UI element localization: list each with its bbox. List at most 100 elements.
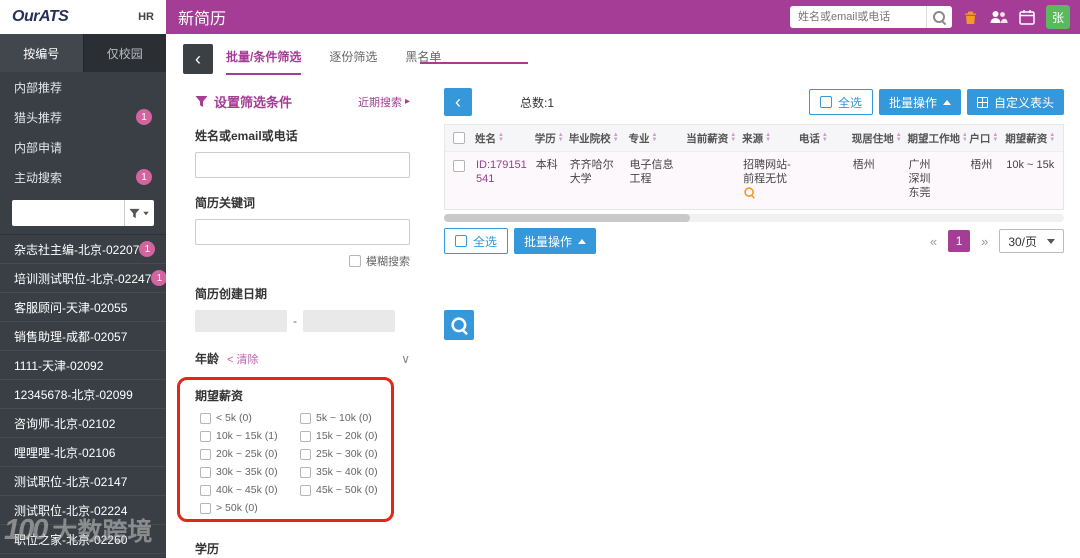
- fuzzy-checkbox[interactable]: [349, 255, 361, 267]
- checkbox[interactable]: [300, 412, 311, 424]
- column-header[interactable]: 学历: [532, 131, 566, 146]
- position-item[interactable]: 咨询师-北京-02102: [0, 409, 166, 438]
- next-page-button[interactable]: »: [978, 234, 991, 249]
- sort-icon[interactable]: [558, 133, 564, 143]
- header-checkbox[interactable]: [452, 132, 465, 144]
- column-header[interactable]: 专业: [625, 131, 683, 146]
- global-search-input[interactable]: [790, 6, 926, 28]
- age-clear-link[interactable]: < 清除: [227, 351, 258, 367]
- column-header[interactable]: 电话: [796, 131, 849, 146]
- column-header[interactable]: 现居住地: [849, 131, 905, 146]
- current-page[interactable]: 1: [948, 230, 971, 252]
- sort-icon[interactable]: [896, 133, 902, 143]
- position-item[interactable]: 客服顾问-天津-02055: [0, 293, 166, 322]
- source-search-icon[interactable]: [744, 187, 754, 197]
- position-item[interactable]: 测试职位-北京-02147: [0, 467, 166, 496]
- candidate-id-link[interactable]: ID:179151541: [476, 159, 527, 185]
- salary-option[interactable]: 20k ~ 25k (0): [200, 448, 300, 460]
- position-search-input[interactable]: [12, 200, 124, 226]
- position-item[interactable]: 培训测试职位-北京-02247 1: [0, 264, 166, 293]
- sort-icon[interactable]: [992, 133, 998, 143]
- position-filter-button[interactable]: [124, 200, 154, 226]
- checkbox[interactable]: [200, 430, 211, 442]
- scrollbar-thumb[interactable]: [444, 214, 690, 222]
- custom-columns-button[interactable]: 自定义表头: [966, 89, 1064, 115]
- trash-icon[interactable]: [963, 10, 978, 25]
- salary-option[interactable]: 35k ~ 40k (0): [300, 466, 400, 478]
- select-all-button-bottom[interactable]: 全选: [444, 228, 509, 254]
- checkbox[interactable]: [200, 448, 211, 460]
- back-button[interactable]: [183, 44, 213, 74]
- salary-option[interactable]: 45k ~ 50k (0): [300, 484, 400, 496]
- column-header[interactable]: 期望工作地: [905, 131, 967, 146]
- sidebar-item-headhunter-referral[interactable]: 猎头推荐 1: [0, 102, 166, 132]
- column-header[interactable]: 来源: [739, 131, 796, 146]
- prev-page-button[interactable]: «: [927, 234, 940, 249]
- salary-option[interactable]: 5k ~ 10k (0): [300, 412, 400, 424]
- horizontal-scrollbar[interactable]: [444, 214, 1064, 222]
- sidebar-tab-by-number[interactable]: 按编号: [0, 34, 83, 72]
- salary-option[interactable]: 15k ~ 20k (0): [300, 430, 400, 442]
- sort-icon[interactable]: [613, 133, 619, 143]
- salary-option[interactable]: 25k ~ 30k (0): [300, 448, 400, 460]
- position-item[interactable]: 销售助理-成都-02057: [0, 322, 166, 351]
- position-item[interactable]: 杂志社主编-北京-02207 1: [0, 235, 166, 264]
- sort-icon[interactable]: [822, 133, 828, 143]
- per-page-select[interactable]: 30/页: [999, 229, 1064, 253]
- fuzzy-search-option[interactable]: 模糊搜索: [195, 253, 410, 269]
- column-header[interactable]: 期望薪资: [1002, 131, 1063, 146]
- keyword-field[interactable]: [195, 219, 410, 245]
- batch-actions-button-bottom[interactable]: 批量操作: [514, 228, 597, 254]
- tab-one-by-one[interactable]: 逐份筛选: [329, 48, 377, 75]
- checkbox[interactable]: [300, 484, 311, 496]
- position-item[interactable]: 哩哩哩-北京-02106: [0, 438, 166, 467]
- name-field[interactable]: [195, 152, 410, 178]
- sort-icon[interactable]: [1049, 133, 1055, 143]
- table-row[interactable]: ID:179151541 本科 齐齐哈尔大学 电子信息工程 招聘网站-前程无忧 …: [445, 151, 1063, 209]
- row-checkbox[interactable]: [452, 160, 465, 172]
- salary-option[interactable]: < 5k (0): [200, 412, 300, 424]
- checkbox[interactable]: [300, 430, 311, 442]
- column-header[interactable]: 当前薪资: [683, 131, 739, 146]
- sidebar-tab-campus-only[interactable]: 仅校园: [82, 34, 166, 72]
- search-icon[interactable]: [926, 6, 952, 28]
- position-item[interactable]: 测试职位-北京-02224: [0, 496, 166, 525]
- date-to-field[interactable]: [303, 310, 395, 332]
- position-item[interactable]: 1111-天津-02092: [0, 351, 166, 380]
- column-header[interactable]: 毕业院校: [566, 131, 626, 146]
- calendar-icon[interactable]: [1019, 9, 1035, 25]
- select-all-button[interactable]: 全选: [808, 89, 873, 115]
- results-back-button[interactable]: [444, 88, 472, 116]
- select-all-checkbox[interactable]: [819, 96, 832, 108]
- avatar[interactable]: 张: [1046, 5, 1070, 29]
- checkbox[interactable]: [200, 484, 211, 496]
- salary-option[interactable]: > 50k (0): [200, 502, 300, 514]
- checkbox[interactable]: [200, 466, 211, 478]
- apply-search-button[interactable]: [444, 310, 474, 340]
- contacts-icon[interactable]: [989, 9, 1008, 25]
- position-item[interactable]: 职位之家-北京-02260: [0, 525, 166, 554]
- tab-batch-filter[interactable]: 批量/条件筛选: [226, 48, 302, 75]
- salary-option[interactable]: 10k ~ 15k (1): [200, 430, 300, 442]
- recent-search-link[interactable]: 近期搜索: [358, 94, 410, 110]
- sidebar-item-internal-apply[interactable]: 内部申请: [0, 132, 166, 162]
- checkbox[interactable]: [200, 502, 211, 514]
- sort-icon[interactable]: [498, 133, 504, 143]
- position-item[interactable]: 12345678-北京-02099: [0, 380, 166, 409]
- checkbox[interactable]: [200, 412, 211, 424]
- sidebar-item-internal-referral[interactable]: 内部推荐: [0, 72, 166, 102]
- salary-option[interactable]: 40k ~ 45k (0): [200, 484, 300, 496]
- checkbox[interactable]: [300, 466, 311, 478]
- checkbox[interactable]: [300, 448, 311, 460]
- salary-option[interactable]: 30k ~ 35k (0): [200, 466, 300, 478]
- date-from-field[interactable]: [195, 310, 287, 332]
- sort-icon[interactable]: [730, 133, 736, 143]
- sidebar-item-active-search[interactable]: 主动搜索 1: [0, 162, 166, 192]
- column-header[interactable]: 户口: [966, 131, 1002, 146]
- sort-icon[interactable]: [765, 133, 771, 143]
- column-header[interactable]: 姓名: [472, 131, 532, 146]
- select-all-checkbox[interactable]: [455, 235, 467, 247]
- sort-icon[interactable]: [651, 133, 657, 143]
- collapse-chevron-icon[interactable]: [401, 352, 410, 366]
- batch-actions-button[interactable]: 批量操作: [878, 89, 961, 115]
